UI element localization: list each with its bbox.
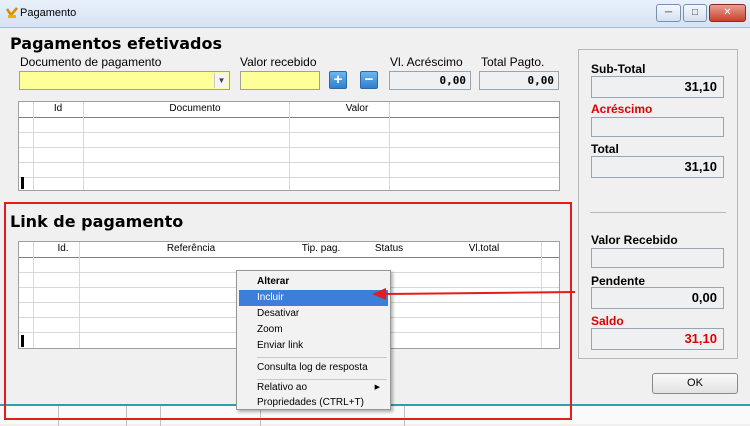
menu-item-propriedades[interactable]: Propriedades (CTRL+T) — [239, 395, 388, 411]
submenu-arrow-icon: ▶ — [374, 384, 380, 391]
subtotal-label: Sub-Total — [591, 62, 646, 76]
valor-recebido-value — [591, 248, 724, 268]
maximize-button[interactable]: □ — [683, 4, 707, 22]
menu-item-desativar[interactable]: Desativar — [239, 306, 388, 322]
total-value: 31,10 — [591, 156, 724, 178]
total-pagto-value: 0,00 — [479, 71, 559, 90]
menu-item-label: Incluir — [257, 292, 284, 303]
acrescimo-label: Vl. Acréscimo — [390, 55, 463, 69]
app-icon — [5, 7, 18, 18]
col-header-id: Id — [53, 103, 63, 114]
grid-line — [19, 147, 559, 148]
col-header-valor: Valor — [345, 103, 369, 114]
doc-pagamento-select[interactable]: ▼ — [19, 71, 230, 90]
doc-label: Documento de pagamento — [20, 55, 162, 69]
menu-item-enviar-link[interactable]: Enviar link — [239, 338, 388, 354]
valor-recebido-label: Valor Recebido — [591, 233, 678, 247]
menu-item-incluir[interactable]: Incluir — [239, 290, 388, 306]
saldo-value: 31,10 — [591, 328, 724, 350]
row-cursor — [21, 177, 24, 189]
saldo-label: Saldo — [591, 314, 624, 328]
minimize-button[interactable]: ─ — [656, 4, 681, 22]
window-title: Pagamento — [20, 7, 77, 19]
minus-icon: − — [364, 71, 374, 88]
pendente-value: 0,00 — [591, 287, 724, 309]
menu-separator — [257, 357, 387, 358]
menu-item-relativo-ao[interactable]: Relativo ao ▶ — [239, 380, 388, 396]
subtotal-value: 31,10 — [591, 76, 724, 98]
menu-item-zoom[interactable]: Zoom — [239, 322, 388, 338]
plus-icon: + — [333, 71, 343, 88]
menu-item-label: Desativar — [257, 308, 300, 319]
context-menu[interactable]: Alterar Incluir Desativar Zoom Enviar li… — [236, 270, 391, 410]
menu-item-consulta-log[interactable]: Consulta log de resposta — [239, 360, 388, 376]
acrescimo-side-label: Acréscimo — [591, 102, 653, 116]
menu-item-label: Relativo ao — [257, 382, 308, 393]
pagamentos-heading: Pagamentos efetivados — [10, 34, 222, 53]
pendente-label: Pendente — [591, 274, 646, 288]
total-pagto-label: Total Pagto. — [481, 55, 545, 69]
total-label: Total — [591, 142, 619, 156]
chevron-down-icon[interactable]: ▼ — [214, 73, 228, 88]
grid-line — [19, 177, 559, 178]
summary-divider — [590, 212, 726, 213]
ok-button[interactable]: OK — [652, 373, 738, 394]
grid-line — [19, 132, 559, 133]
menu-item-label: Consulta log de resposta — [257, 362, 368, 373]
valor-label: Valor recebido — [240, 55, 317, 69]
remove-payment-button[interactable]: − — [360, 71, 378, 89]
menu-item-alterar[interactable]: Alterar — [239, 274, 388, 290]
add-payment-button[interactable]: + — [329, 71, 347, 89]
title-bar: Pagamento ─ □ ✕ — [0, 0, 750, 28]
acrescimo-side-value — [591, 117, 724, 137]
menu-item-label: Alterar — [257, 276, 290, 287]
valor-recebido-input[interactable] — [240, 71, 320, 90]
pagamentos-table[interactable]: Id Documento Valor — [18, 101, 560, 191]
menu-item-label: Propriedades (CTRL+T) — [257, 397, 364, 408]
close-button[interactable]: ✕ — [709, 4, 746, 22]
grid-line — [19, 162, 559, 163]
acrescimo-value: 0,00 — [389, 71, 471, 90]
menu-item-label: Enviar link — [257, 340, 304, 351]
menu-item-label: Zoom — [257, 324, 283, 335]
annotation-arrow — [372, 288, 575, 300]
col-header-documento: Documento — [169, 103, 221, 114]
